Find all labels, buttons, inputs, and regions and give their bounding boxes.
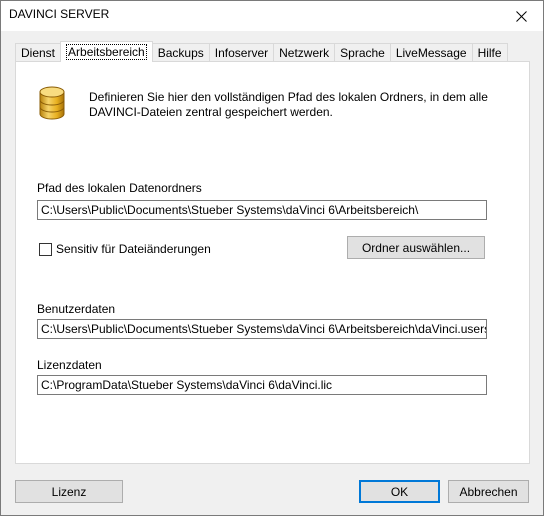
tab-sprache[interactable]: Sprache: [334, 43, 391, 62]
tab-netzwerk[interactable]: Netzwerk: [273, 43, 336, 62]
choose-folder-button[interactable]: Ordner auswählen...: [347, 236, 485, 259]
folder-path-field[interactable]: C:\Users\Public\Documents\Stueber System…: [37, 200, 487, 220]
tab-panel: [15, 61, 530, 464]
sensitive-checkbox[interactable]: [39, 242, 52, 256]
title-bar[interactable]: DAVINCI SERVER: [1, 1, 543, 31]
window-title: DAVINCI SERVER: [9, 7, 110, 21]
close-icon: [515, 10, 527, 22]
tab-arbeitsbereich[interactable]: Arbeitsbereich: [60, 41, 153, 62]
license-data-label: Lizenzdaten: [37, 358, 102, 372]
sensitive-checkbox-row[interactable]: Sensitiv für Dateiänderungen: [39, 242, 211, 256]
panel-description: Definieren Sie hier den vollständigen Pf…: [89, 90, 488, 119]
sensitive-checkbox-label: Sensitiv für Dateiänderungen: [56, 242, 211, 256]
tab-livemessage[interactable]: LiveMessage: [389, 43, 473, 62]
folder-path-label: Pfad des lokalen Datenordners: [37, 181, 202, 195]
cancel-button[interactable]: Abbrechen: [448, 480, 529, 503]
tab-hilfe[interactable]: Hilfe: [471, 43, 508, 62]
license-data-field[interactable]: C:\ProgramData\Stueber Systems\daVinci 6…: [37, 375, 487, 395]
dialog-window: DAVINCI SERVER Dienst Arbeitsbereich Bac…: [0, 0, 544, 516]
tab-dienst[interactable]: Dienst: [15, 43, 62, 62]
userdata-field[interactable]: C:\Users\Public\Documents\Stueber System…: [37, 319, 487, 339]
license-button[interactable]: Lizenz: [15, 480, 123, 503]
userdata-label: Benutzerdaten: [37, 302, 116, 316]
tab-infoserver[interactable]: Infoserver: [208, 43, 275, 62]
close-button[interactable]: [499, 1, 543, 31]
tab-bar: Dienst Arbeitsbereich Backups Infoserver…: [15, 41, 508, 62]
ok-button[interactable]: OK: [359, 480, 440, 503]
tab-backups[interactable]: Backups: [151, 43, 210, 62]
database-icon: [39, 86, 65, 120]
